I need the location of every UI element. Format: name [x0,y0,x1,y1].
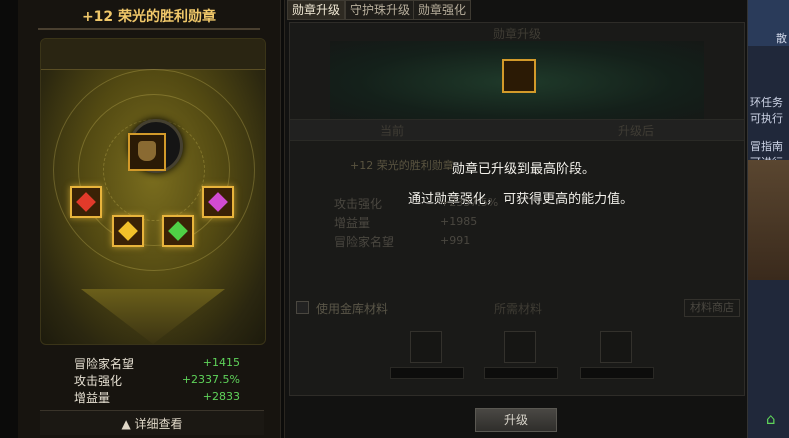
stat-value-fame: +1415 [202,356,240,369]
material-shop-button[interactable]: 材料商店 [684,299,740,317]
quest-tracker-title[interactable]: 环任务 [750,94,783,110]
red-gem-icon[interactable] [70,186,102,218]
current-stat-label: 攻击强化 [334,197,383,211]
detail-toggle-label: ▲ 详细查看 [121,417,183,431]
current-stat-label: 冒险家名望 [334,235,395,249]
header-current: 当前 [380,124,405,138]
current-stat-value: +991 [440,234,471,247]
game-scene [748,160,789,280]
medal-emblem-icon [138,141,156,161]
material-count-bar [390,367,464,379]
material-slot[interactable] [410,331,442,363]
column-headers: 当前 升级后 [290,119,744,141]
upgrade-frame: 勋章升级 当前 升级后 +12 荣光的胜利勋章 勋章已升级到最高阶段。 通过勋章… [289,22,745,396]
preview-medal-icon [502,59,536,93]
stat-value-buff: +2833 [202,390,240,403]
current-stat-value: +1985 [440,215,478,228]
tab-medal-upgrade[interactable]: 勋章升级 [287,0,346,20]
upgrade-button[interactable]: 升级 [475,408,557,432]
yellow-gem-icon[interactable] [112,215,144,247]
use-vault-label: 使用金库材料 [316,302,389,316]
tab-orb-upgrade[interactable]: 守护珠升级 [345,0,416,20]
material-count-bar [580,367,654,379]
home-icon[interactable]: ⌂ [766,410,784,428]
medal-panel: +12 荣光的胜利勋章 冒险家名望 +1415 攻击强化 +2337.5% 增益… [18,0,281,438]
banner-tail [81,289,225,344]
side-hud: 散 环任务 可执行 冒指南 可进行 ⌂ [747,0,789,438]
purple-gem-icon[interactable] [202,186,234,218]
hud-text: 散 [776,32,787,45]
material-count-bar [484,367,558,379]
medal-title: +12 荣光的胜利勋章 [81,9,217,25]
upgrade-heading: 勋章升级 [492,27,541,41]
current-medal-name: +12 荣光的胜利勋章 [350,159,454,172]
material-slot[interactable] [504,331,536,363]
material-slot[interactable] [600,331,632,363]
use-vault-checkbox[interactable] [296,301,309,314]
medal-icon[interactable] [128,133,166,171]
stat-value-attack: +2337.5% [181,373,240,386]
tab-medal-enhance[interactable]: 勋章强化 [413,0,472,20]
quest-tracker-status: 可执行 [750,112,783,125]
title-divider [38,28,260,30]
banner-arch [41,39,265,70]
upgrade-window: 勋章升级 守护珠升级 勋章强化 勋章升级 当前 升级后 +12 荣光的胜利勋章 … [284,0,747,438]
max-level-message: 勋章已升级到最高阶段。 [452,162,596,177]
current-stat-value: +2337.5% [440,196,499,209]
materials-heading: 所需材料 [494,302,543,316]
detail-toggle[interactable]: ▲ 详细查看 [40,410,264,435]
green-gem-icon[interactable] [162,215,194,247]
guide-tracker-title[interactable]: 冒指南 [750,138,783,154]
header-after: 升级后 [618,124,655,138]
current-stat-label: 增益量 [334,216,371,230]
materials-bar: 使用金库材料 所需材料 材料商店 [290,299,744,317]
